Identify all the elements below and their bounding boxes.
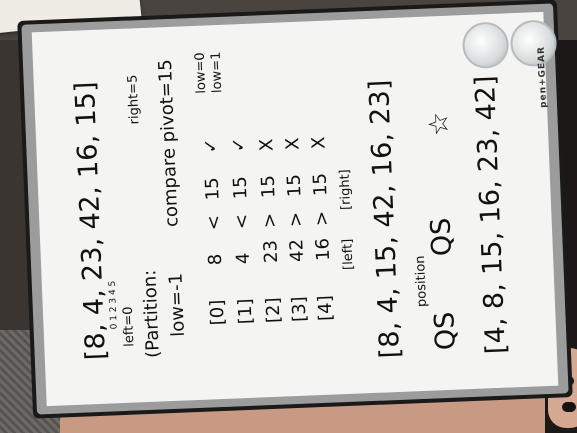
low-initial: low=-1 — [165, 272, 190, 338]
row-pivot: 15 — [283, 173, 306, 198]
row-op: < — [203, 214, 225, 231]
row-mark: ✓ — [228, 136, 250, 153]
position-label: position — [412, 255, 431, 308]
row-value: 8 — [204, 253, 227, 266]
row-mark: X — [256, 138, 278, 152]
row-index: [0] — [206, 299, 229, 326]
row-index: [3] — [288, 295, 311, 323]
row-op: > — [311, 210, 333, 227]
low-after-0: low=0 — [192, 52, 210, 94]
right-box: [right] — [337, 168, 355, 211]
left-label: left=0 — [120, 306, 138, 348]
row-pivot: 15 — [229, 175, 252, 200]
row-index: [4] — [314, 294, 337, 322]
photo-scene: pen+GEAR [8, 4, 23, 42, 16, 15] 0 1 2 3 … — [0, 0, 577, 433]
array-sorted: [4, 8, 15, 16, 23, 42] — [469, 74, 512, 355]
row-value: 23 — [260, 239, 283, 264]
qs-left: QS — [429, 311, 462, 351]
magnet — [461, 21, 510, 70]
fingernail — [562, 402, 576, 412]
compare-pivot: compare pivot=15 — [154, 58, 183, 228]
partition-label: (Partition: — [139, 269, 164, 359]
row-value: 42 — [286, 238, 309, 263]
right-label: right=5 — [125, 74, 143, 125]
row-mark: X — [282, 137, 304, 151]
row-mark: ✓ — [200, 137, 222, 154]
row-op: > — [285, 211, 307, 228]
array-indices: 0 1 2 3 4 5 — [107, 280, 120, 330]
row-index: [2] — [262, 297, 285, 324]
row-op: < — [231, 213, 253, 230]
star-mark: ☆ — [423, 111, 456, 137]
row-mark: X — [308, 136, 330, 150]
row-pivot: 15 — [309, 172, 332, 197]
row-value: 16 — [312, 237, 335, 262]
row-op: > — [259, 212, 281, 229]
whiteboard-surface: pen+GEAR [8, 4, 23, 42, 16, 15] 0 1 2 3 … — [31, 11, 559, 407]
whiteboard: pen+GEAR [8, 4, 23, 42, 16, 15] 0 1 2 3 … — [17, 0, 573, 419]
row-pivot: 15 — [201, 176, 224, 201]
row-value: 4 — [232, 252, 255, 265]
left-box: [left] — [340, 238, 357, 271]
row-pivot: 15 — [257, 174, 280, 199]
array-partitioned: [8, 4, 15, 42, 16, 23] — [363, 79, 407, 359]
low-after-1: low=1 — [208, 51, 226, 94]
row-index: [1] — [234, 298, 257, 325]
qs-right: QS — [425, 217, 458, 257]
array-original: [8, 4, 23, 42, 16, 15] — [69, 81, 112, 361]
